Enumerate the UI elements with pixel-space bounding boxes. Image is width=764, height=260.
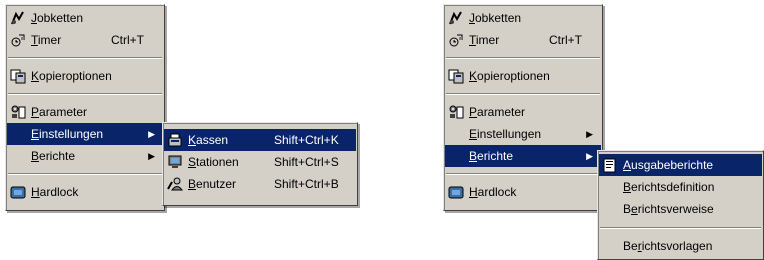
menu-item-label: Parameter	[31, 105, 88, 119]
submenu-item-kassen[interactable]: Kassen Shift+Ctrl+K	[164, 129, 356, 151]
separator	[8, 57, 162, 59]
output-reports-icon	[602, 157, 618, 173]
parameter-icon	[448, 104, 464, 120]
menu-item-label: Hardlock	[31, 185, 79, 199]
jobketten-icon	[448, 10, 464, 26]
menu-item-label: Einstellungen	[469, 127, 542, 141]
shortcut-text: Ctrl+T	[111, 33, 144, 47]
submenu-arrow-icon: ▶	[586, 151, 593, 161]
timer-icon	[448, 32, 464, 48]
separator	[446, 93, 600, 95]
menu-item-label: Timer	[469, 33, 500, 47]
stations-icon	[167, 154, 183, 170]
menu-item-label: Hardlock	[469, 185, 517, 199]
menu-item-kopieroptionen[interactable]: Kopieroptionen	[7, 65, 163, 87]
menu-item-label: Jobketten	[469, 11, 522, 25]
menu-item-label: Berichtsverweise	[623, 202, 714, 216]
submenu-item-berichtsdefinition[interactable]: Berichtsdefinition	[599, 176, 762, 198]
menu-item-label: Ausgabeberichte	[623, 158, 714, 172]
menu-item-label: Jobketten	[31, 11, 84, 25]
submenu-berichte: Ausgabeberichte Berichtsdefinition Beric…	[597, 150, 764, 260]
separator	[8, 173, 162, 175]
menu-item-hardlock[interactable]: Hardlock	[445, 181, 601, 203]
hardlock-icon	[10, 184, 26, 200]
separator	[8, 93, 162, 95]
menu-item-label: Berichte	[31, 149, 76, 163]
menu-item-label: Parameter	[469, 105, 526, 119]
parameter-icon	[10, 104, 26, 120]
menu-item-label: Benutzer	[188, 177, 237, 191]
menu-item-label: Timer	[31, 33, 62, 47]
separator	[446, 57, 600, 59]
shortcut-text: Shift+Ctrl+B	[274, 177, 339, 191]
submenu-arrow-icon: ▶	[148, 129, 155, 139]
menu-item-label: Berichtsvorlagen	[623, 239, 713, 253]
shortcut-text: Shift+Ctrl+S	[274, 155, 339, 169]
main-menu-left: Jobketten Timer Ctrl+T Kopieroptionen Pa…	[5, 4, 165, 211]
separator	[446, 173, 600, 175]
submenu-item-ausgabeberichte[interactable]: Ausgabeberichte	[599, 154, 762, 176]
menu-item-label: Berichte	[469, 149, 514, 163]
submenu-einstellungen: Kassen Shift+Ctrl+K Stationen Shift+Ctrl…	[162, 122, 358, 206]
menu-item-label: Stationen	[188, 155, 239, 169]
shortcut-text: Shift+Ctrl+K	[274, 133, 339, 147]
copy-options-icon	[448, 68, 464, 84]
menu-item-label: Berichtsdefinition	[623, 180, 715, 194]
menu-item-label: Kassen	[188, 133, 229, 147]
submenu-item-berichtsvorlagen[interactable]: Berichtsvorlagen	[599, 235, 762, 257]
menu-item-parameter[interactable]: Parameter	[7, 101, 163, 123]
hardlock-icon	[448, 184, 464, 200]
menu-item-berichte[interactable]: Berichte ▶	[7, 145, 163, 167]
menu-item-label: Kopieroptionen	[469, 69, 550, 83]
menu-item-jobketten[interactable]: Jobketten	[7, 7, 163, 29]
menu-item-parameter[interactable]: Parameter	[445, 101, 601, 123]
copy-options-icon	[10, 68, 26, 84]
timer-icon	[10, 32, 26, 48]
menu-item-hardlock[interactable]: Hardlock	[7, 181, 163, 203]
shortcut-text: Ctrl+T	[549, 33, 582, 47]
menu-item-einstellungen[interactable]: Einstellungen ▶	[445, 123, 601, 145]
menu-item-jobketten[interactable]: Jobketten	[445, 7, 601, 29]
register-icon	[167, 132, 183, 148]
main-menu-right: Jobketten Timer Ctrl+T Kopieroptionen Pa…	[443, 4, 603, 211]
user-icon	[167, 176, 183, 192]
submenu-item-benutzer[interactable]: Benutzer Shift+Ctrl+B	[164, 173, 356, 195]
menu-item-einstellungen[interactable]: Einstellungen ▶	[7, 123, 163, 145]
submenu-arrow-icon: ▶	[148, 151, 155, 161]
submenu-item-berichtsverweise[interactable]: Berichtsverweise	[599, 198, 762, 220]
submenu-arrow-icon: ▶	[586, 129, 593, 139]
menu-item-timer[interactable]: Timer Ctrl+T	[7, 29, 163, 51]
menu-item-timer[interactable]: Timer Ctrl+T	[445, 29, 601, 51]
jobketten-icon	[10, 10, 26, 26]
submenu-item-stationen[interactable]: Stationen Shift+Ctrl+S	[164, 151, 356, 173]
separator	[600, 227, 761, 229]
menu-item-berichte[interactable]: Berichte ▶	[445, 145, 601, 167]
menu-item-label: Einstellungen	[31, 127, 104, 141]
menu-item-kopieroptionen[interactable]: Kopieroptionen	[445, 65, 601, 87]
menu-item-label: Kopieroptionen	[31, 69, 112, 83]
